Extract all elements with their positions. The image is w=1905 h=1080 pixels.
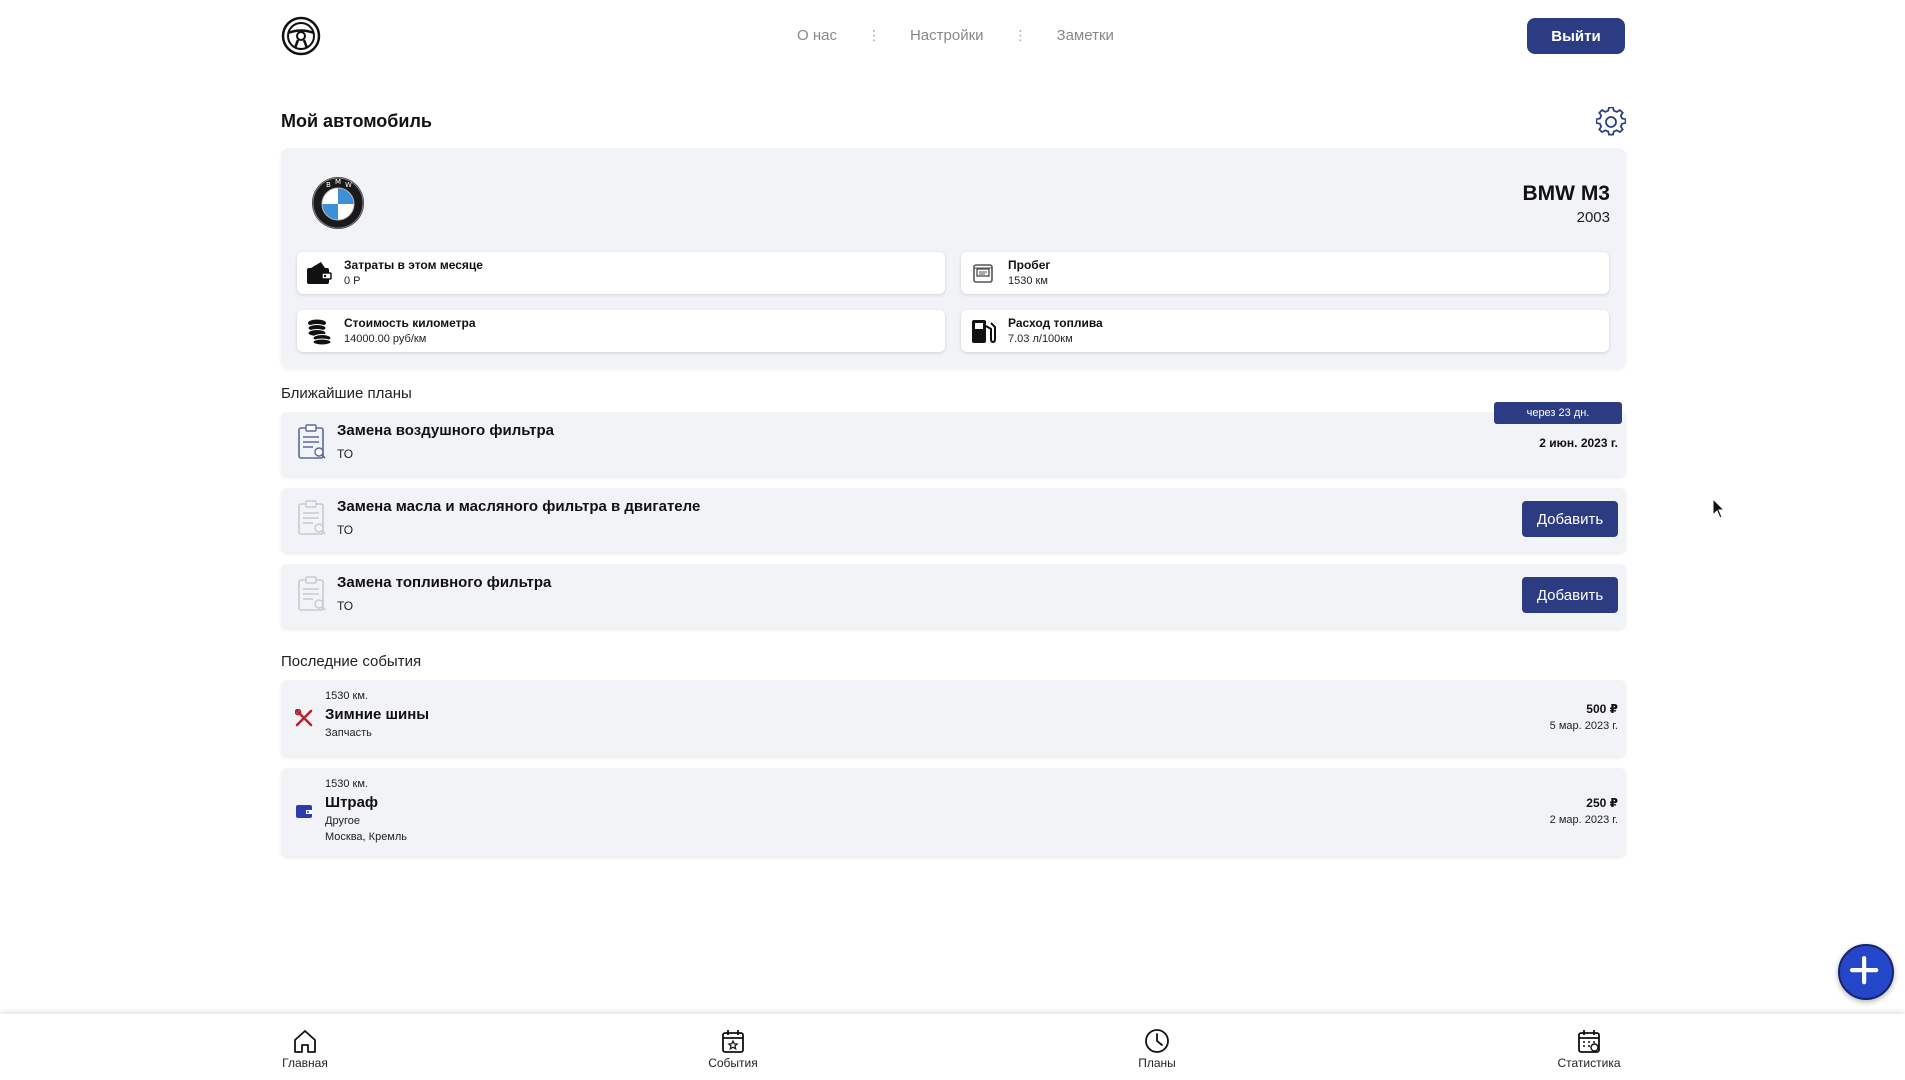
plan-type: ТО (337, 599, 354, 613)
gear-icon[interactable] (1596, 107, 1626, 137)
event-mileage: 1530 км. (325, 778, 368, 790)
stat-value: 1530 км (1008, 275, 1048, 287)
stat-fuel-consumption: Расход топлива 7.03 л/100км (961, 310, 1609, 352)
floating-add-button[interactable] (1838, 944, 1894, 1000)
bottom-nav-events[interactable]: События (673, 1028, 793, 1070)
event-category: Другое (325, 815, 360, 827)
event-date: 2 мар. 2023 г. (1549, 814, 1618, 826)
event-amount: 250 ₽ (1586, 796, 1618, 810)
nav-separator: ⋮ (866, 27, 881, 43)
wallet-icon (307, 262, 332, 284)
stat-value: 14000.00 руб/км (344, 333, 427, 345)
event-amount: 500 ₽ (1586, 702, 1618, 716)
top-header: О нас ⋮ Настройки ⋮ Заметки Выйти (281, 16, 1625, 56)
plan-item[interactable]: Замена воздушного фильтра ТО через 23 дн… (281, 402, 1626, 476)
fuel-pump-icon (972, 320, 996, 344)
calendar-star-icon (722, 1030, 744, 1053)
plans-section-title: Ближайшие планы (281, 385, 412, 402)
event-title: Штраф (325, 794, 379, 811)
bottom-nav-label: Планы (1138, 1056, 1176, 1070)
nav-notes-link[interactable]: Заметки (1057, 27, 1114, 44)
odometer-icon (973, 264, 993, 283)
add-plan-button[interactable]: Добавить (1522, 577, 1618, 613)
wallet-icon (296, 805, 312, 818)
plan-type: ТО (337, 523, 354, 537)
checklist-icon (298, 424, 326, 459)
checklist-icon (298, 500, 326, 535)
svg-text:W: W (345, 181, 352, 189)
event-location: Москва, Кремль (325, 831, 408, 843)
plan-date: 2 июн. 2023 г. (1539, 436, 1618, 450)
add-plan-button[interactable]: Добавить (1522, 501, 1618, 537)
plan-due-badge: через 23 дн. (1494, 402, 1622, 424)
top-nav: О нас ⋮ Настройки ⋮ Заметки (797, 27, 1114, 44)
plan-title: Замена воздушного фильтра (337, 422, 554, 439)
car-name: BMW M3 (1522, 182, 1611, 205)
coins-icon (307, 319, 332, 345)
bottom-nav-label: Главная (282, 1056, 328, 1070)
plan-title: Замена масла и масляного фильтра в двига… (337, 498, 701, 515)
my-car-title: Мой автомобиль (281, 111, 432, 131)
car-year: 2003 (1576, 209, 1610, 226)
steering-wheel-logo-icon[interactable] (281, 16, 321, 56)
stat-label: Расход топлива (1008, 316, 1103, 330)
bottom-nav: Главная События Планы Статистика (0, 1014, 1905, 1080)
mouse-cursor-icon (1712, 498, 1726, 519)
events-section-title: Последние события (281, 653, 422, 670)
stat-value: 7.03 л/100км (1008, 333, 1073, 345)
stat-label: Пробег (1008, 258, 1051, 272)
event-title: Зимние шины (325, 706, 430, 723)
plan-title: Замена топливного фильтра (337, 574, 552, 591)
stat-label: Затраты в этом месяце (344, 258, 483, 272)
bottom-nav-home[interactable]: Главная (245, 1028, 365, 1070)
event-date: 5 мар. 2023 г. (1549, 720, 1618, 732)
wrench-screwdriver-icon (295, 709, 313, 727)
bmw-logo-icon: B M W (312, 177, 364, 229)
nav-separator: ⋮ (1013, 27, 1028, 43)
home-icon (294, 1030, 316, 1053)
stat-cost-per-km: Стоимость километра 14000.00 руб/км (297, 310, 945, 352)
clock-icon (1145, 1029, 1169, 1053)
bottom-nav-plans[interactable]: Планы (1097, 1028, 1217, 1070)
car-card: B M W BMW M3 2003 Затраты в этом месяце … (281, 148, 1626, 368)
stat-value: 0 Р (344, 275, 361, 287)
bottom-nav-label: Статистика (1557, 1056, 1621, 1070)
plus-icon (1849, 955, 1879, 985)
event-mileage: 1530 км. (325, 690, 368, 702)
plan-item[interactable]: Замена топливного фильтра ТО Добавить (281, 564, 1626, 628)
bottom-nav-label: События (708, 1056, 758, 1070)
event-item[interactable]: 1530 км. Штраф Другое Москва, Кремль 250… (281, 768, 1626, 856)
nav-about-link[interactable]: О нас (797, 27, 837, 44)
stat-label: Стоимость километра (344, 316, 476, 330)
event-category: Запчасть (325, 727, 372, 739)
event-item[interactable]: 1530 км. Зимние шины Запчасть 500 ₽ 5 ма… (281, 680, 1626, 756)
plan-type: ТО (337, 447, 354, 461)
logout-button[interactable]: Выйти (1527, 18, 1625, 54)
stat-monthly-costs: Затраты в этом месяце 0 Р (297, 252, 945, 294)
svg-text:M: M (335, 178, 341, 186)
calendar-stats-icon (1578, 1030, 1600, 1053)
bottom-nav-statistics[interactable]: Статистика (1529, 1028, 1649, 1070)
stat-mileage: Пробег 1530 км (961, 252, 1609, 294)
nav-settings-link[interactable]: Настройки (910, 27, 984, 44)
plan-item[interactable]: Замена масла и масляного фильтра в двига… (281, 488, 1626, 552)
checklist-icon (298, 576, 326, 611)
svg-text:B: B (326, 181, 331, 189)
